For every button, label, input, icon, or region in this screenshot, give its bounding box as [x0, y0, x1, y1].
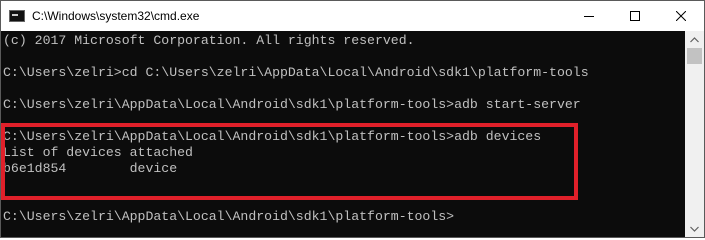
console-line: C:\Users\zelri>cd C:\Users\zelri\AppData…: [3, 65, 589, 80]
console-icon: [9, 10, 25, 22]
minimize-button[interactable]: [566, 1, 612, 31]
scrollbar-thumb[interactable]: [687, 48, 702, 64]
maximize-icon: [630, 11, 640, 21]
cmd-window: C:\Windows\system32\cmd.exe (c) 2017 Mic…: [0, 0, 705, 238]
chevron-down-icon: [690, 226, 699, 232]
console-output[interactable]: (c) 2017 Microsoft Corporation. All righ…: [1, 31, 685, 237]
chevron-up-icon: [690, 36, 699, 42]
vertical-scrollbar[interactable]: [685, 31, 704, 237]
scroll-up-button[interactable]: [685, 31, 704, 48]
console-line: C:\Users\zelri\AppData\Local\Android\sdk…: [3, 209, 455, 224]
highlight-box: [1, 123, 578, 200]
console-line: (c) 2017 Microsoft Corporation. All righ…: [3, 33, 415, 48]
console-line: C:\Users\zelri\AppData\Local\Android\sdk…: [3, 97, 581, 112]
window-title: C:\Windows\system32\cmd.exe: [32, 9, 200, 23]
maximize-button[interactable]: [612, 1, 658, 31]
scroll-down-button[interactable]: [685, 220, 704, 237]
title-bar[interactable]: C:\Windows\system32\cmd.exe: [1, 1, 704, 31]
window-controls: [566, 1, 704, 31]
close-icon: [676, 11, 686, 21]
close-button[interactable]: [658, 1, 704, 31]
minimize-icon: [584, 16, 594, 17]
